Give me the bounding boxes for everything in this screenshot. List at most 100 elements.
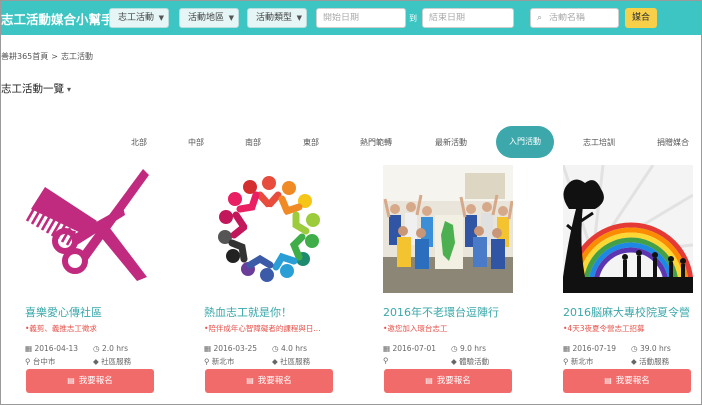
map-marker-icon: ⚲	[25, 357, 31, 366]
card-location-text: 新北市	[211, 357, 235, 366]
tab-north[interactable]: 北部	[131, 137, 147, 148]
tab-popular[interactable]: 熱門範轉	[360, 137, 392, 148]
card-date: ▦ 2016-07-01	[383, 344, 436, 353]
card-meta-row: ▦ 2016-07-19 ◷ 39.0 hrs	[563, 344, 693, 355]
breadcrumb-separator: >	[51, 52, 58, 61]
dropdown-activity-type[interactable]: 活動類型 ▼	[247, 8, 308, 28]
calendar-icon: ▦	[563, 344, 571, 353]
signup-label: 我要報名	[78, 376, 113, 386]
card-date: ▦ 2016-03-25	[204, 344, 257, 353]
card-location-text: 台中市	[32, 357, 56, 366]
search-input[interactable]	[537, 13, 618, 23]
card-location: ⚲	[383, 356, 389, 365]
people-circle-logo	[204, 165, 334, 293]
card-image-people-circle[interactable]	[204, 165, 334, 293]
calendar-icon: ▦	[383, 344, 391, 353]
card-meta-row: ⚲ 新北市 ◆ 社區服務	[204, 356, 334, 367]
tab-central[interactable]: 中部	[188, 137, 204, 148]
card-hours-text: 9.0 hrs	[459, 344, 486, 353]
activity-card: 熱血志工就是你！ •陪伴成年心智障礙者的課程與日... ▦ 2016-03-25…	[204, 165, 334, 367]
card-hours: ◷ 39.0 hrs	[631, 344, 671, 353]
page-title[interactable]: 志工活動一覽 ▾	[1, 81, 71, 96]
card-title[interactable]: 熱血志工就是你！	[204, 304, 334, 320]
card-category-text: 活動服務	[639, 357, 670, 366]
card-category: ◆ 社區服務	[93, 356, 131, 367]
breadcrumb-current: 志工活動	[60, 52, 93, 61]
scissors-comb-icon	[25, 165, 155, 293]
tag-icon: ◆	[451, 357, 457, 366]
card-location: ⚲ 新北市	[563, 356, 593, 367]
card-meta-row: ⚲ ◆ 體驗活動	[383, 356, 513, 367]
card-title[interactable]: 喜樂愛心傳社區	[25, 304, 155, 320]
tab-donation-match[interactable]: 捐贈媒合	[657, 137, 689, 148]
document-icon: ▤	[67, 376, 75, 385]
card-meta-row: ▦ 2016-03-25 ◷ 4.0 hrs	[204, 344, 334, 355]
card-date-text: 2016-07-01	[392, 344, 437, 353]
end-date-field[interactable]	[422, 8, 514, 28]
tab-east[interactable]: 東部	[303, 137, 319, 148]
chevron-down-icon: ▼	[158, 14, 165, 22]
calendar-icon: ▦	[25, 344, 33, 353]
top-navbar: 志工活動媒合小幫手 志工活動 ▼ 活動地區 ▼ 活動類型 ▼ 到 ⌕ 媒合	[1, 1, 701, 35]
chevron-down-icon: ▼	[228, 14, 235, 22]
match-button[interactable]: 媒合	[625, 8, 657, 28]
breadcrumb: 善耕365首頁 > 志工活動	[1, 51, 93, 62]
dropdown-activity-region[interactable]: 活動地區 ▼	[179, 8, 240, 28]
card-category-text: 社區服務	[101, 357, 132, 366]
tag-icon: ◆	[93, 357, 99, 366]
map-marker-icon: ⚲	[204, 357, 210, 366]
card-hours: ◷ 9.0 hrs	[451, 344, 486, 353]
card-meta-row: ⚲ 台中市 ◆ 社區服務	[25, 356, 155, 367]
card-meta-row: ▦ 2016-04-13 ◷ 2.0 hrs	[25, 344, 155, 355]
document-icon: ▤	[246, 376, 254, 385]
activity-card: 喜樂愛心傳社區 •義剪、義推志工徵求 ▦ 2016-04-13 ◷ 2.0 hr…	[25, 165, 155, 367]
card-hours-text: 39.0 hrs	[639, 344, 671, 353]
start-date-field[interactable]	[316, 8, 406, 28]
card-hours-text: 2.0 hrs	[101, 344, 128, 353]
signup-button[interactable]: ▤ 我要報名	[384, 369, 512, 393]
start-date-input[interactable]	[323, 13, 405, 23]
chevron-down-icon: ▾	[67, 85, 72, 94]
card-image-rainbow[interactable]	[563, 165, 693, 293]
card-date: ▦ 2016-04-13	[25, 344, 78, 353]
card-category-text: 社區服務	[280, 357, 311, 366]
card-date-text: 2016-03-25	[213, 344, 258, 353]
card-hours-text: 4.0 hrs	[280, 344, 307, 353]
map-marker-icon: ⚲	[563, 357, 569, 366]
end-date-input[interactable]	[429, 13, 513, 23]
signup-button[interactable]: ▤ 我要報名	[26, 369, 154, 393]
card-image-group-photo[interactable]	[383, 165, 513, 293]
card-location: ⚲ 新北市	[204, 356, 234, 367]
page-title-text: 志工活動一覽	[1, 83, 64, 95]
tab-training[interactable]: 志工培訓	[583, 137, 615, 148]
card-title[interactable]: 2016脳麻大專校院夏令營	[563, 304, 693, 320]
card-image-scissors[interactable]	[25, 165, 155, 293]
clock-icon: ◷	[451, 344, 458, 353]
card-location: ⚲ 台中市	[25, 356, 55, 367]
signup-button[interactable]: ▤ 我要報名	[563, 369, 691, 393]
activity-card: 2016脳麻大專校院夏令營 •4天3夜夏令營志工招募 ▦ 2016-07-19 …	[563, 165, 693, 367]
clock-icon: ◷	[272, 344, 279, 353]
tab-latest[interactable]: 最新活動	[435, 137, 467, 148]
group-photo	[383, 165, 513, 293]
dropdown-label: 活動地區	[188, 13, 225, 23]
tag-icon: ◆	[272, 357, 278, 366]
signup-label: 我要報名	[436, 376, 471, 386]
map-marker-icon: ⚲	[383, 356, 389, 365]
tab-beginner-active[interactable]: 入門活動	[496, 126, 554, 158]
signup-button[interactable]: ▤ 我要報名	[205, 369, 333, 393]
card-title[interactable]: 2016年不老環台逗陣行	[383, 304, 513, 320]
brand-title[interactable]: 志工活動媒合小幫手	[1, 9, 114, 28]
card-category-text: 體驗活動	[459, 357, 490, 366]
activity-card: 2016年不老環台逗陣行 •邀您加入環台志工 ▦ 2016-07-01 ◷ 9.…	[383, 165, 513, 367]
card-meta-row: ▦ 2016-07-01 ◷ 9.0 hrs	[383, 344, 513, 355]
date-range-to-label: 到	[409, 14, 417, 23]
card-subtitle: •4天3夜夏令營志工招募	[563, 324, 645, 333]
card-date: ▦ 2016-07-19	[563, 344, 616, 353]
card-category: ◆ 體驗活動	[451, 356, 489, 367]
breadcrumb-home-link[interactable]: 善耕365首頁	[1, 52, 48, 61]
dropdown-volunteer-activity[interactable]: 志工活動 ▼	[109, 8, 170, 28]
tab-south[interactable]: 南部	[245, 137, 261, 148]
dropdown-label: 活動類型	[256, 13, 293, 23]
search-field[interactable]: ⌕	[530, 8, 619, 28]
